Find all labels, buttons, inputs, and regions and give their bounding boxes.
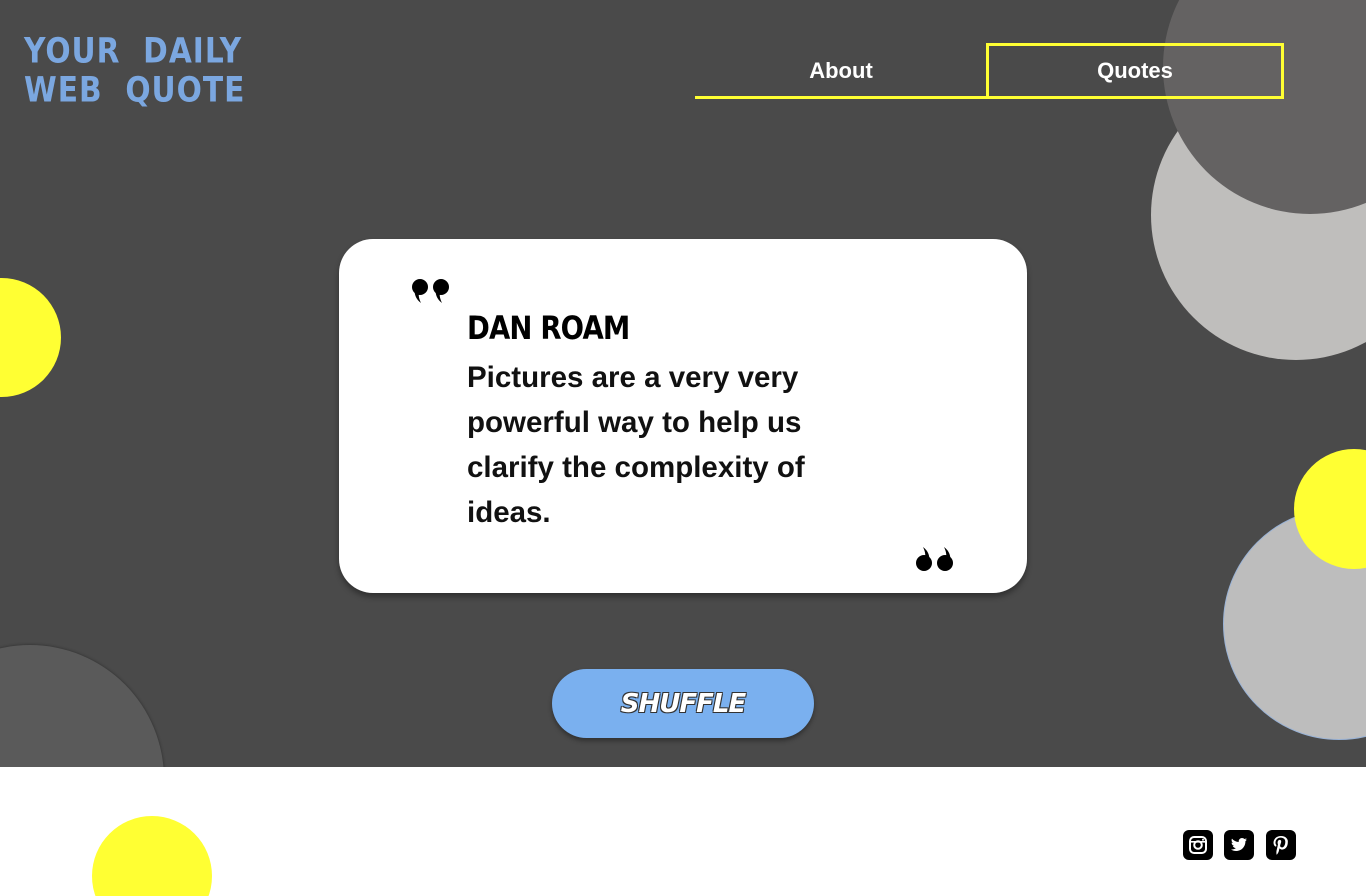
nav-item-about[interactable]: About [695,43,987,99]
logo-line-1: YOUR DAILY [24,30,243,72]
close-quote-icon [916,547,953,571]
quote-author: DAN ROAM [467,309,630,347]
decor-circle [0,645,164,767]
instagram-icon[interactable] [1183,830,1213,860]
shuffle-button[interactable]: SHUFFLE [552,669,814,738]
logo-line-2: WEB QUOTE [24,68,246,110]
open-quote-icon [412,279,449,303]
decor-circle [0,278,61,397]
site-logo[interactable]: YOUR DAILY WEB QUOTE [24,31,245,109]
quote-card: DAN ROAM Pictures are a very very powerf… [339,239,1027,593]
decor-circle [92,816,212,896]
quote-text: Pictures are a very very powerful way to… [467,361,805,529]
pinterest-icon[interactable] [1266,830,1296,860]
nav-item-quotes[interactable]: Quotes [986,43,1284,99]
shuffle-label: SHUFFLE [620,688,746,719]
main-nav: About Quotes [695,43,1285,99]
twitter-icon[interactable] [1224,830,1254,860]
